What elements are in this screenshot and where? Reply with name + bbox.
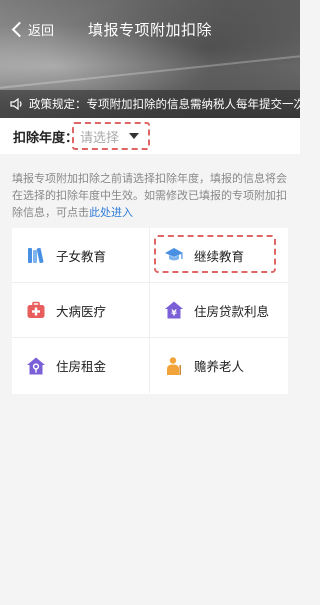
policy-notice-bar: 政策规定：专项附加扣除的信息需纳税人每年提交一次 <box>0 90 300 118</box>
policy-notice-text: 政策规定：专项附加扣除的信息需纳税人每年提交一次 <box>29 97 300 111</box>
category-label: 子女教育 <box>56 248 107 264</box>
navigation-bar: 返回 填报专项附加扣除 <box>0 14 300 44</box>
category-serious-illness-medical[interactable]: 大病医疗 <box>12 283 150 338</box>
caret-down-icon <box>129 133 140 139</box>
deduction-year-row: 扣除年度： 请选择 <box>0 118 300 154</box>
info-text: 填报专项附加扣除之前请选择扣除年度，填报的信息将会在选择的扣除年度中生效。如需修… <box>12 172 287 219</box>
category-label: 住房贷款利息 <box>194 303 270 319</box>
svg-text:¥: ¥ <box>171 309 177 318</box>
page-title: 填报专项附加扣除 <box>87 21 212 39</box>
deduction-year-placeholder: 请选择 <box>80 130 120 146</box>
category-housing-rent[interactable]: 住房租金 <box>12 338 150 393</box>
modify-entry-link[interactable]: 此处进入 <box>89 206 133 219</box>
graduation-cap-icon <box>165 248 183 261</box>
header-banner: 返回 填报专项附加扣除 政策规定：专项附加扣除的信息需纳税人每年提交一次 <box>0 0 300 120</box>
category-label: 继续教育 <box>194 248 245 264</box>
category-label: 住房租金 <box>56 359 107 374</box>
category-continuing-education[interactable]: 继续教育 <box>150 228 288 283</box>
category-label: 大病医疗 <box>56 303 107 319</box>
deduction-category-grid: 子女教育 继续教育 大病医疗 ¥ 住房贷款利息 住房租金 赡养老人 <box>12 228 288 394</box>
category-housing-loan-interest[interactable]: ¥ 住房贷款利息 <box>150 283 288 338</box>
books-icon <box>28 247 44 264</box>
deduction-year-label: 扣除年度： <box>13 130 79 146</box>
category-children-education[interactable]: 子女教育 <box>12 228 150 283</box>
speaker-icon <box>10 98 22 110</box>
info-paragraph: 填报专项附加扣除之前请选择扣除年度，填报的信息将会在选择的扣除年度中生效。如需修… <box>12 170 290 221</box>
deduction-year-select[interactable]: 请选择 <box>72 122 150 150</box>
house-key-icon <box>27 357 45 374</box>
medical-kit-icon <box>27 301 45 318</box>
elderly-person-icon <box>167 356 181 375</box>
category-label: 赡养老人 <box>194 359 245 374</box>
house-yen-icon: ¥ <box>165 301 183 319</box>
category-elderly-support[interactable]: 赡养老人 <box>150 338 288 393</box>
